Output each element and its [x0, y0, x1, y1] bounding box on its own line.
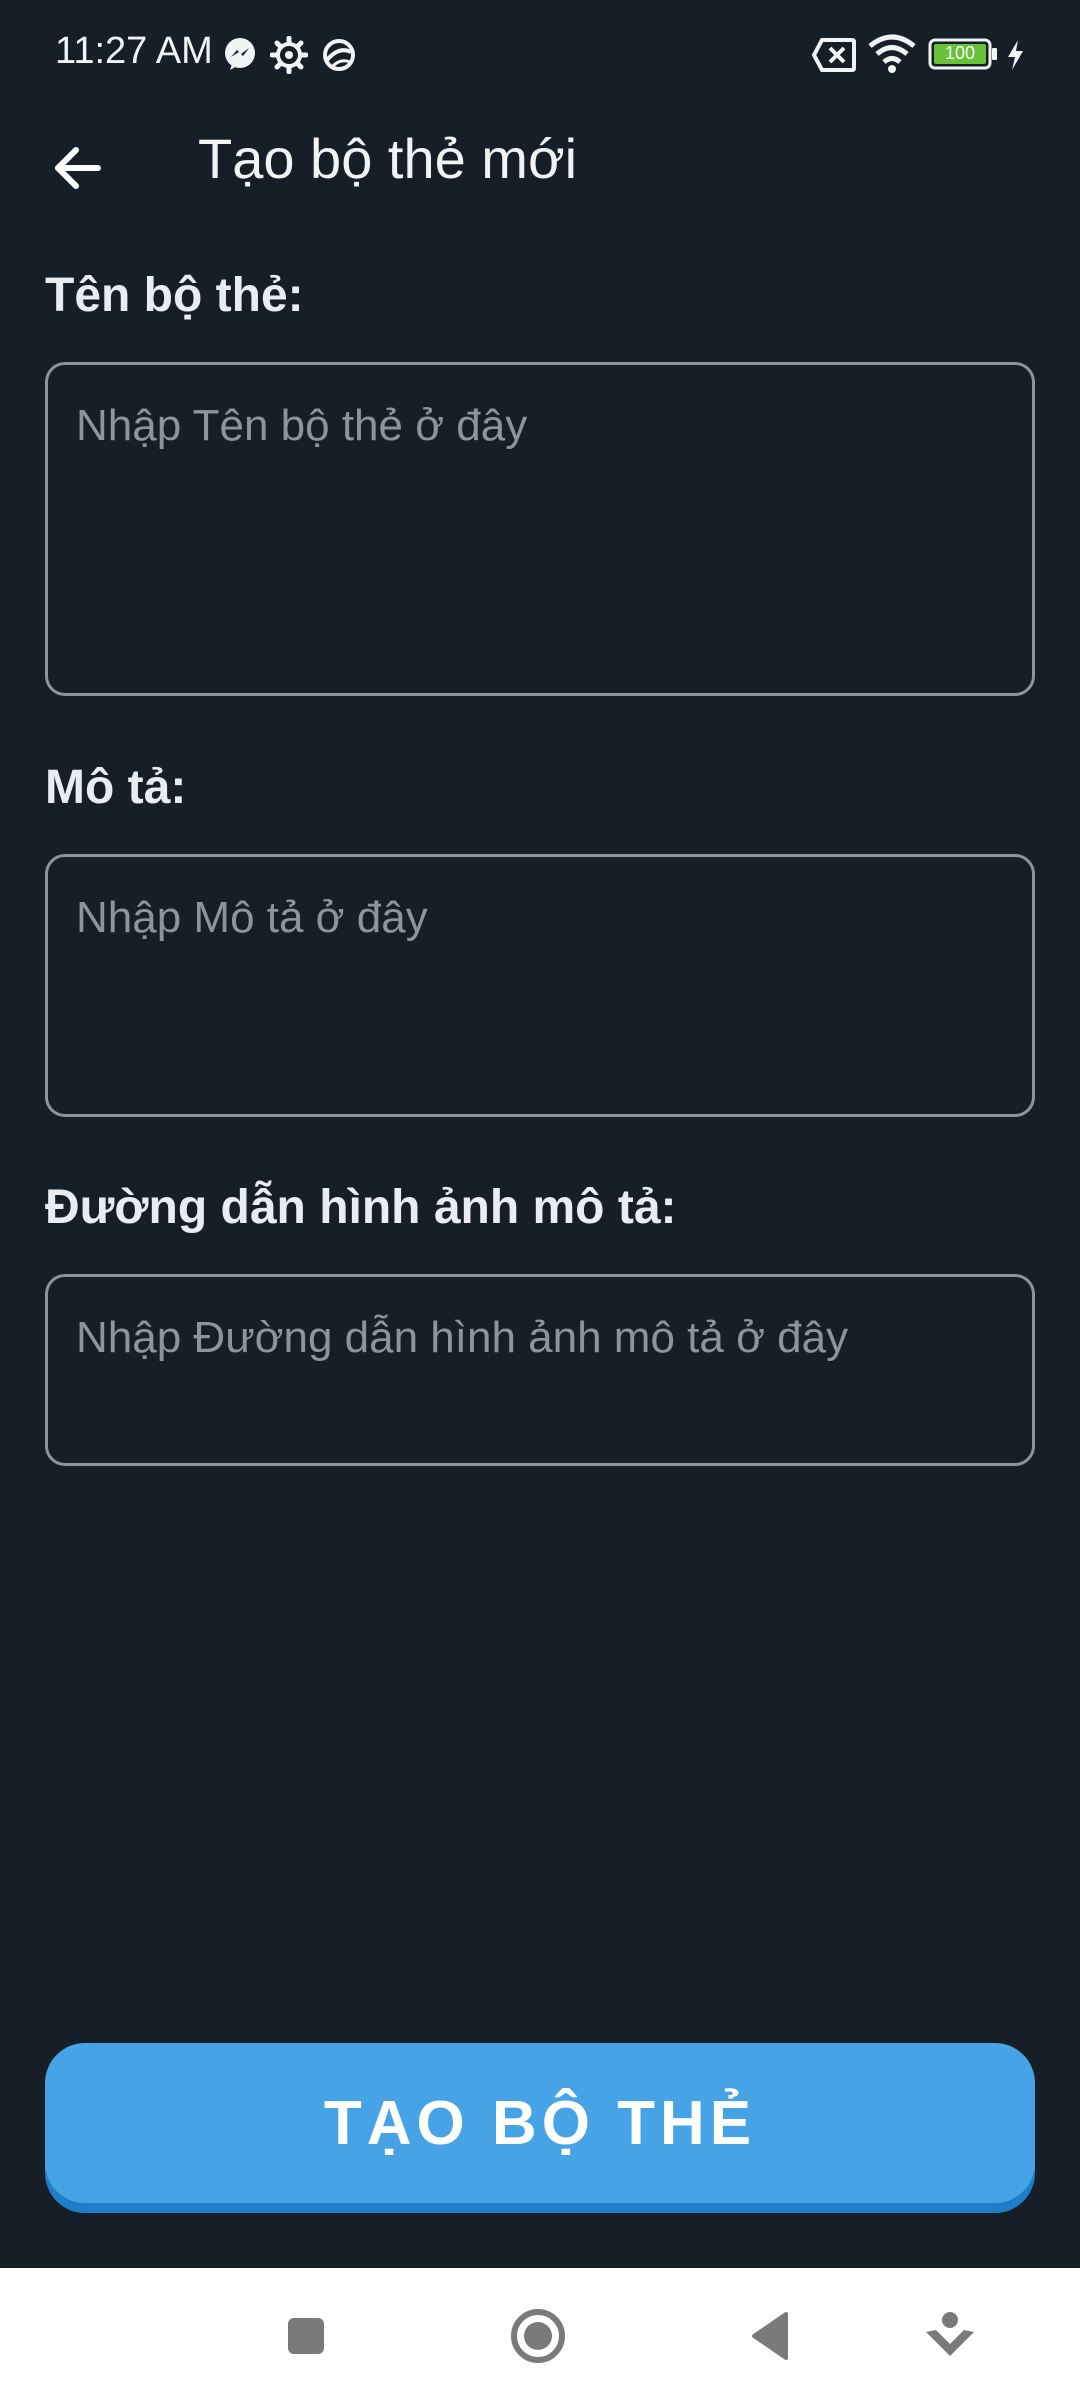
- assistant-down-icon[interactable]: [920, 2306, 980, 2366]
- battery-level: 100: [944, 43, 976, 63]
- back-triangle-icon[interactable]: [742, 2306, 802, 2366]
- create-deck-button[interactable]: TẠO BỘ THẺ: [45, 2043, 1035, 2203]
- battery-icon: 100: [928, 38, 1000, 75]
- app-bar: Tạo bộ thẻ mới: [0, 110, 1080, 210]
- charging-bolt-icon: [1004, 38, 1026, 77]
- name-field-container: [45, 362, 1035, 696]
- description-label: Mô tả:: [45, 761, 187, 814]
- home-circle-icon[interactable]: [508, 2306, 568, 2366]
- page-title: Tạo bộ thẻ mới: [198, 127, 578, 190]
- deck-name-input[interactable]: [48, 365, 1032, 693]
- arrow-left-icon: [55, 147, 101, 189]
- image-url-input[interactable]: [48, 1277, 1032, 1463]
- name-label: Tên bộ thẻ:: [45, 269, 304, 322]
- system-nav-bar: [0, 2268, 1080, 2400]
- description-field-container: [45, 854, 1035, 1117]
- settings-gear-icon: [269, 35, 309, 79]
- description-input[interactable]: [48, 857, 1032, 1114]
- recents-square-icon[interactable]: [276, 2306, 336, 2366]
- status-time: 11:27 AM: [55, 30, 213, 72]
- vpn-globe-icon: [320, 36, 358, 79]
- image-url-label: Đường dẫn hình ảnh mô tả:: [45, 1181, 677, 1234]
- back-button[interactable]: [40, 118, 120, 198]
- wifi-icon: [868, 34, 916, 79]
- status-bar: 11:27 AM 100: [0, 0, 1080, 110]
- no-sim-icon: [811, 38, 856, 77]
- image-url-field-container: [45, 1274, 1035, 1466]
- messenger-icon: [222, 36, 258, 77]
